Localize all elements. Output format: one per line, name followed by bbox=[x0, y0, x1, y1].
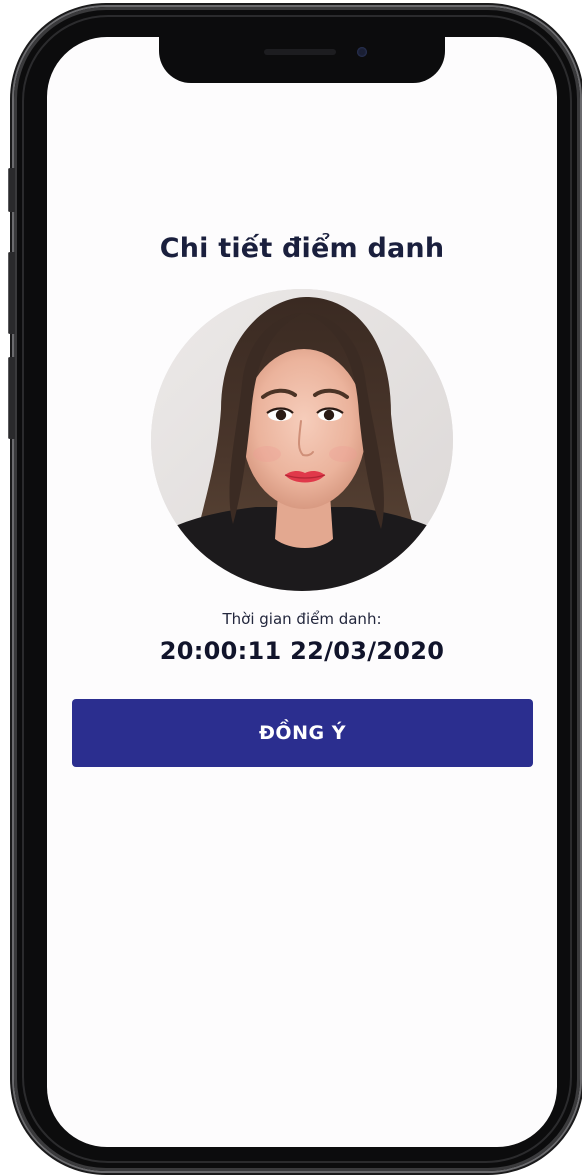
phone-notch bbox=[159, 37, 445, 83]
agree-button[interactable]: ĐỒNG Ý bbox=[72, 699, 533, 767]
app-screen: Chi tiết điểm danh Thời gian điểm danh: … bbox=[47, 37, 557, 1147]
mockup-stage: Chi tiết điểm danh Thời gian điểm danh: … bbox=[0, 0, 582, 1175]
volume-down-button bbox=[8, 357, 15, 439]
page-title: Chi tiết điểm danh bbox=[159, 233, 445, 264]
speaker-grille-icon bbox=[264, 49, 336, 55]
front-camera-icon bbox=[357, 47, 367, 57]
volume-up-button bbox=[8, 252, 15, 334]
attendance-photo bbox=[151, 289, 453, 591]
attendance-time-value: 20:00:11 22/03/2020 bbox=[159, 637, 445, 665]
attendance-time-label: Thời gian điểm danh: bbox=[222, 610, 382, 628]
mute-switch bbox=[8, 168, 15, 212]
